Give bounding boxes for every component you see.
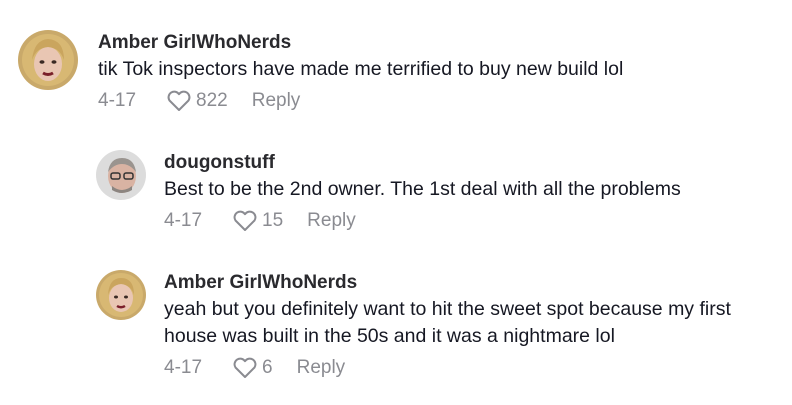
heart-icon [233, 210, 257, 231]
comment-text: yeah but you definitely want to hit the … [164, 298, 731, 347]
user-avatar-icon [18, 30, 78, 90]
comment-meta: 4-17 15 Reply [164, 209, 681, 233]
comment: Amber GirlWhoNerds tik Tok inspectors ha… [18, 30, 623, 113]
like-button[interactable]: 15 [232, 209, 283, 233]
user-avatar-icon [96, 270, 146, 320]
reply-comment: dougonstuff Best to be the 2nd owner. Th… [96, 150, 681, 233]
avatar[interactable] [96, 150, 146, 200]
like-count: 6 [262, 357, 273, 378]
heart-icon [233, 357, 257, 378]
avatar[interactable] [96, 270, 146, 320]
like-count: 15 [262, 210, 284, 231]
comment-username[interactable]: dougonstuff [164, 150, 681, 176]
comment-text: Best to be the 2nd owner. The 1st deal w… [164, 178, 681, 200]
comment-text: tik Tok inspectors have made me terrifie… [98, 58, 624, 80]
comment-meta: 4-17 6 Reply [164, 356, 784, 380]
comment-date: 4-17 [164, 357, 203, 378]
heart-icon [167, 90, 191, 111]
avatar[interactable] [18, 30, 78, 90]
user-avatar-icon [96, 150, 146, 200]
reply-button[interactable]: Reply [307, 209, 356, 233]
comment-date: 4-17 [98, 90, 137, 111]
comment-username[interactable]: Amber GirlWhoNerds [98, 30, 623, 56]
like-button[interactable]: 822 [166, 89, 228, 113]
like-button[interactable]: 6 [232, 356, 273, 380]
comment-username[interactable]: Amber GirlWhoNerds [164, 270, 784, 296]
reply-button[interactable]: Reply [252, 89, 301, 113]
reply-comment: Amber GirlWhoNerds yeah but you definite… [96, 270, 784, 380]
reply-button[interactable]: Reply [297, 356, 346, 380]
comment-date: 4-17 [164, 210, 203, 231]
comment-meta: 4-17 822 Reply [98, 89, 623, 113]
like-count: 822 [196, 90, 228, 111]
